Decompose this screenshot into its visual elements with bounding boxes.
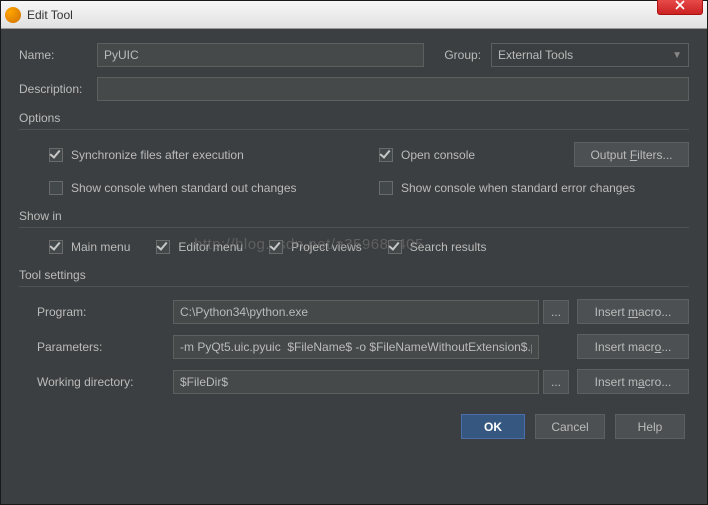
program-browse-button[interactable]: ... [543, 300, 569, 324]
stdout-checkbox[interactable] [49, 181, 63, 195]
workdir-label: Working directory: [37, 375, 173, 389]
stderr-label: Show console when standard error changes [401, 181, 635, 195]
name-label: Name: [19, 48, 97, 62]
program-input[interactable] [173, 300, 539, 324]
sync-label: Synchronize files after execution [71, 148, 244, 162]
searchresults-checkbox[interactable] [388, 240, 402, 254]
group-select[interactable]: External Tools ▼ [491, 43, 689, 67]
projectviews-label: Project views [291, 240, 362, 254]
parameters-label: Parameters: [37, 340, 173, 354]
divider [19, 129, 689, 130]
sync-checkbox[interactable] [49, 148, 63, 162]
close-button[interactable] [657, 0, 703, 15]
description-label: Description: [19, 82, 97, 96]
mainmenu-label: Main menu [71, 240, 130, 254]
cancel-button[interactable]: Cancel [535, 414, 605, 439]
workdir-insert-macro-button[interactable]: Insert macro... [577, 369, 689, 394]
group-value: External Tools [498, 48, 573, 62]
dialog-content: Name: Group: External Tools ▼ Descriptio… [1, 29, 707, 451]
open-console-label: Open console [401, 148, 475, 162]
workdir-browse-button[interactable]: ... [543, 370, 569, 394]
searchresults-label: Search results [410, 240, 487, 254]
chevron-down-icon: ▼ [672, 50, 682, 61]
editormenu-checkbox[interactable] [156, 240, 170, 254]
output-filters-button[interactable]: Output Filters... [574, 142, 689, 167]
workdir-input[interactable] [173, 370, 539, 394]
ok-button[interactable]: OK [461, 414, 525, 439]
divider [19, 286, 689, 287]
program-label: Program: [37, 305, 173, 319]
mainmenu-checkbox[interactable] [49, 240, 63, 254]
app-icon [5, 7, 21, 23]
titlebar: Edit Tool [1, 1, 707, 29]
window-title: Edit Tool [27, 8, 703, 22]
options-section-title: Options [19, 111, 689, 125]
divider [19, 227, 689, 228]
showin-section-title: Show in [19, 209, 689, 223]
group-label: Group: [444, 48, 481, 62]
parameters-input[interactable] [173, 335, 539, 359]
program-insert-macro-button[interactable]: Insert macro... [577, 299, 689, 324]
toolsettings-section-title: Tool settings [19, 268, 689, 282]
edit-tool-dialog: Edit Tool Name: Group: External Tools ▼ … [0, 0, 708, 505]
stdout-label: Show console when standard out changes [71, 181, 297, 195]
name-input[interactable] [97, 43, 424, 67]
open-console-checkbox[interactable] [379, 148, 393, 162]
parameters-insert-macro-button[interactable]: Insert macro... [577, 334, 689, 359]
stderr-checkbox[interactable] [379, 181, 393, 195]
description-input[interactable] [97, 77, 689, 101]
help-button[interactable]: Help [615, 414, 685, 439]
projectviews-checkbox[interactable] [269, 240, 283, 254]
close-icon [675, 0, 685, 10]
editormenu-label: Editor menu [178, 240, 243, 254]
